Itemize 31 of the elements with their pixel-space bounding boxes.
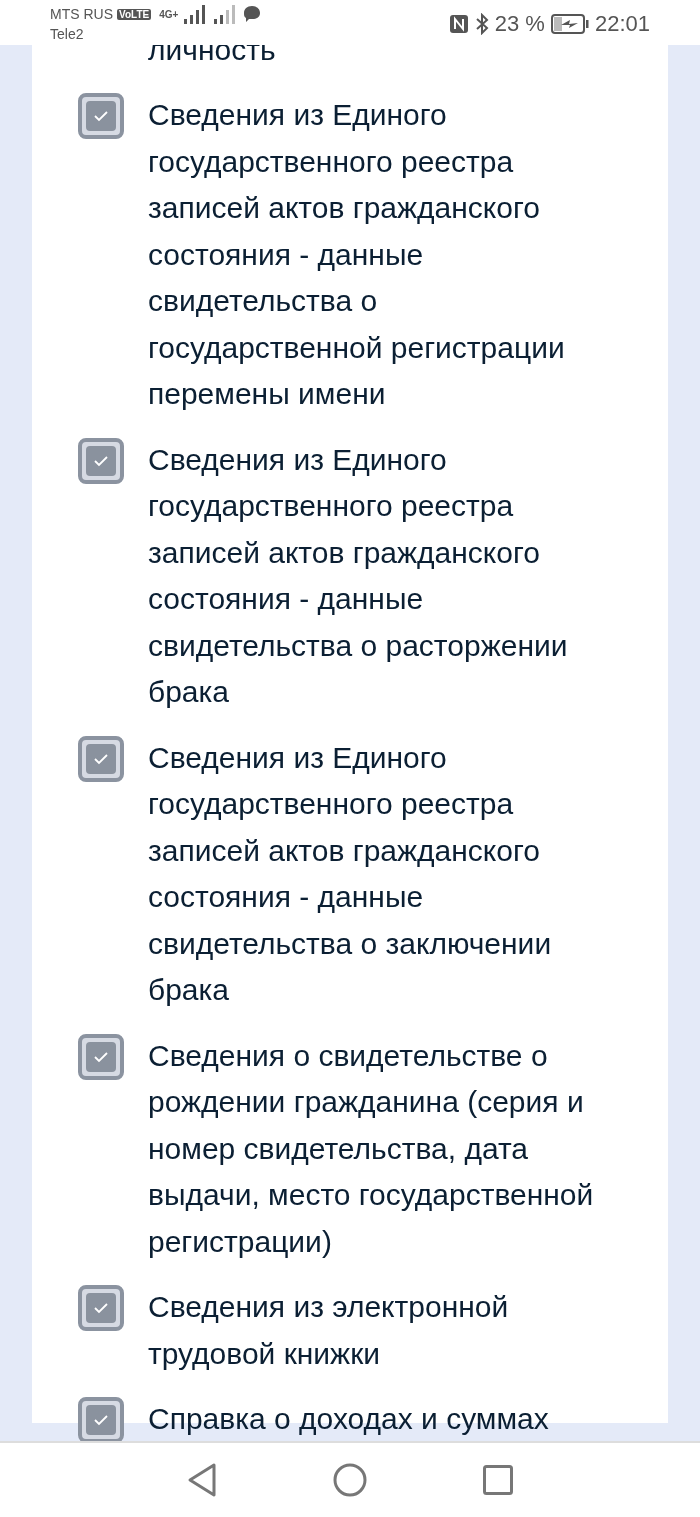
- home-icon[interactable]: [333, 1463, 367, 1497]
- checkbox[interactable]: [78, 93, 124, 139]
- battery-percent: 23 %: [494, 11, 545, 37]
- carrier-name: Tele2: [50, 26, 85, 42]
- bluetooth-icon: [474, 13, 489, 35]
- checkmark-icon: [91, 1301, 111, 1315]
- back-icon[interactable]: [187, 1462, 217, 1498]
- checkmark-icon: [91, 109, 111, 123]
- recent-apps-icon[interactable]: [483, 1465, 513, 1495]
- volte-badge: VoLTE: [117, 8, 152, 20]
- nfc-icon: [448, 14, 469, 34]
- carrier-name: MTS RUS: [50, 6, 113, 22]
- clock-time: 22:01: [594, 11, 650, 37]
- checkmark-icon: [91, 751, 111, 766]
- item-label: Справка о доходах и суммах: [148, 1401, 550, 1437]
- message-icon: [242, 4, 263, 24]
- checkbox[interactable]: [78, 735, 124, 782]
- checkmark-icon: [91, 1049, 111, 1064]
- checkmark-icon: [91, 453, 111, 468]
- checkmark-icon: [91, 1413, 111, 1427]
- checkbox[interactable]: [78, 437, 124, 484]
- item-label: Сведения из электронной трудовой книжки: [148, 1289, 510, 1372]
- item-label: Сведения из Единого государственного реестра записей актов гражданского состояния - данные свидетельства о государственной регистрации перемены имени: [148, 97, 566, 412]
- item-label: Сведения из Единого государственного реестра записей актов гражданского состояния - данные свидетельства о расторжении брака: [148, 441, 569, 710]
- checkbox[interactable]: [78, 1033, 124, 1080]
- item-label: Сведения из Единого государственного реестра записей актов гражданского состояния - данные свидетельства о заключении брака: [148, 739, 553, 1008]
- checkbox[interactable]: [78, 1285, 124, 1331]
- battery-charging-icon: [550, 14, 589, 34]
- network-type: 4G+: [159, 8, 179, 20]
- checkbox[interactable]: [78, 1397, 124, 1441]
- item-label: Сведения о свидетельстве о рождении гражданина (серия и номер свидетельства, дата выдачи, место государственной регистрации): [148, 1037, 595, 1260]
